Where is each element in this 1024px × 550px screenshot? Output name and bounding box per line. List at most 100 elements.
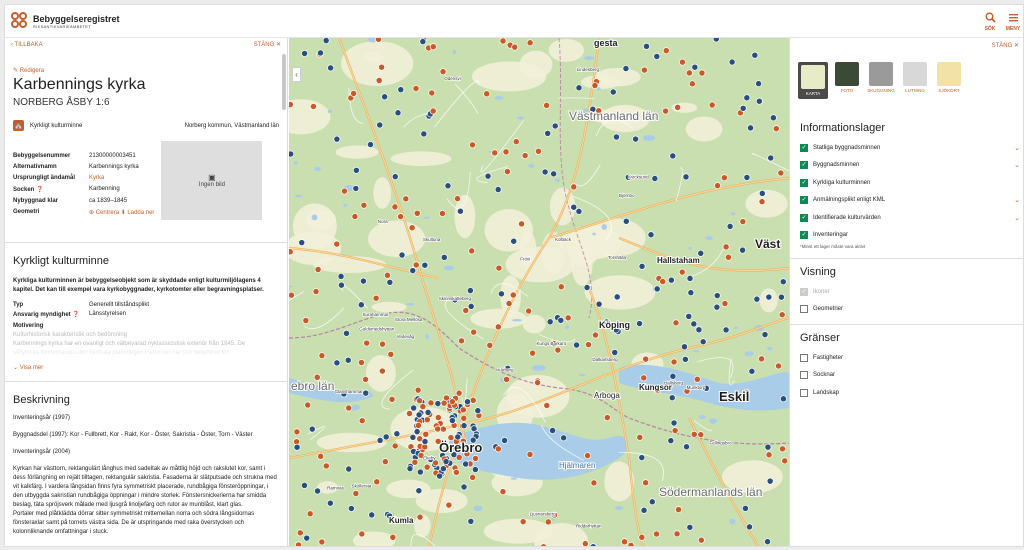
prop-value: ca 1839–1845 bbox=[89, 198, 128, 205]
map-pin-orange bbox=[603, 414, 611, 422]
map-pin-orange bbox=[526, 450, 534, 458]
layer-checkbox-row[interactable]: ✓ Kyrkliga kulturminnen bbox=[800, 174, 1020, 192]
logo-icon bbox=[11, 12, 29, 30]
map-place-label: Sköllersta bbox=[352, 484, 372, 489]
hamburger-icon bbox=[1003, 12, 1023, 26]
map-pin-blue bbox=[638, 454, 646, 462]
map-pin-blue bbox=[494, 186, 502, 193]
layer-checkbox-row[interactable]: ✓ Identifierade kulturvärden ⌄ bbox=[800, 209, 1020, 227]
chevron-down-icon[interactable]: ⌄ bbox=[1014, 196, 1020, 204]
motivation-key: Motivering bbox=[13, 323, 44, 329]
map-label-gesta: gesta bbox=[594, 38, 619, 48]
map-pin-orange bbox=[502, 148, 510, 156]
section-heading-besk: Beskrivning bbox=[13, 394, 70, 406]
show-more-link[interactable]: ⌄ Visa mer bbox=[13, 364, 279, 371]
map-pin-blue bbox=[409, 433, 417, 441]
chevron-down-icon[interactable]: ⌄ bbox=[1014, 144, 1020, 152]
small-lake bbox=[744, 351, 754, 357]
farmland-area bbox=[471, 61, 547, 92]
map-pin-orange bbox=[775, 362, 782, 370]
display-list: ✓ Ikoner Geometrier bbox=[800, 283, 1020, 318]
layer-checkbox-row[interactable]: Geometrier bbox=[800, 301, 1020, 319]
base-layer-1[interactable]: FOTO bbox=[832, 62, 862, 99]
map-pin-blue bbox=[669, 372, 677, 380]
map-pin-blue bbox=[406, 465, 414, 473]
checkbox[interactable] bbox=[800, 388, 808, 397]
layer-checkbox-row[interactable]: ✓ Inventeringar bbox=[800, 227, 1020, 245]
edit-link[interactable]: ✎ Redigera bbox=[13, 67, 279, 74]
small-lake bbox=[352, 404, 360, 411]
map-pin-blue bbox=[767, 154, 775, 162]
map-pin-orange bbox=[302, 317, 310, 324]
menu-button[interactable]: MENY bbox=[1003, 12, 1023, 32]
close-left-button[interactable]: STÄNG ✕ bbox=[254, 41, 281, 48]
base-layer-4[interactable]: SJÖKORT bbox=[934, 62, 964, 99]
collapse-panel-button[interactable]: ‹ bbox=[292, 67, 301, 82]
map-pin-orange bbox=[758, 198, 766, 206]
checkbox[interactable] bbox=[800, 371, 808, 380]
divider bbox=[5, 381, 287, 382]
close-right-button[interactable]: STÄNG ✕ bbox=[992, 42, 1019, 49]
map-pin-blue bbox=[743, 94, 751, 102]
map-pin-blue bbox=[337, 272, 345, 280]
divider bbox=[5, 242, 287, 243]
table-row: Typ Generellt tillståndsplikt bbox=[13, 300, 149, 309]
layer-checkbox-row[interactable]: Landskap bbox=[800, 384, 1020, 402]
checkbox[interactable]: ✓ bbox=[800, 213, 808, 222]
search-label: SÖK bbox=[984, 26, 996, 32]
map-pin-orange bbox=[362, 375, 369, 383]
map-pin-blue bbox=[669, 152, 677, 160]
map-pin-orange bbox=[772, 125, 780, 133]
back-link[interactable]: ‹ TILLBAKA bbox=[11, 42, 43, 48]
checkbox[interactable] bbox=[800, 305, 808, 314]
geometry-actions[interactable]: ⊕ Centrera ⬇ Ladda ner bbox=[89, 208, 154, 220]
map-pin-blue bbox=[739, 246, 747, 254]
base-layer-2[interactable]: SKUGGNING bbox=[866, 62, 896, 99]
chevron-down-icon[interactable]: ⌄ bbox=[1014, 214, 1020, 222]
checkbox[interactable]: ✓ bbox=[800, 196, 808, 205]
checkbox[interactable] bbox=[800, 353, 808, 362]
map-pin-blue bbox=[751, 51, 759, 59]
purpose-link[interactable]: Kyrka bbox=[89, 173, 154, 184]
chevron-down-icon[interactable]: ⌄ bbox=[1014, 161, 1020, 169]
map-pin-orange bbox=[419, 403, 427, 411]
left-scrollbar[interactable] bbox=[282, 54, 286, 110]
map-pin-blue bbox=[462, 460, 470, 468]
map-pin-blue bbox=[589, 543, 597, 546]
layer-checkbox-row[interactable]: ✓ Statliga byggnadsminnen ⌄ bbox=[800, 139, 1020, 157]
map-pin-blue bbox=[609, 88, 617, 96]
map-pin-blue bbox=[398, 251, 406, 259]
map-pin-blue bbox=[303, 534, 311, 542]
checkbox[interactable]: ✓ bbox=[800, 178, 808, 187]
layer-checkbox-row[interactable]: ✓ Ikoner bbox=[800, 283, 1020, 301]
map-pin-blue bbox=[352, 166, 360, 174]
checkbox-label: Kyrkliga kulturminnen bbox=[813, 179, 871, 186]
layer-checkbox-row[interactable]: Fastigheter bbox=[800, 349, 1020, 367]
map-pin-orange bbox=[312, 288, 320, 296]
map-pin-blue bbox=[779, 278, 787, 286]
base-layer-3[interactable]: LUTNING bbox=[900, 62, 930, 99]
checkbox[interactable]: ✓ bbox=[800, 143, 808, 152]
map-pin-blue bbox=[510, 237, 518, 245]
layer-checkbox-row[interactable]: Socknar bbox=[800, 367, 1020, 385]
map-canvas[interactable]: gesta Västmanland län ebro län Örebro Hjälma… bbox=[289, 38, 789, 547]
logo[interactable]: Bebyggelseregistret RIKSANTIKVARIEÄMBETE… bbox=[11, 12, 120, 30]
base-layer-0[interactable]: KARTA bbox=[798, 62, 828, 99]
search-button[interactable]: SÖK bbox=[980, 12, 1000, 32]
map-pin-blue bbox=[501, 437, 509, 444]
map-view[interactable]: gesta Västmanland län ebro län Örebro Hjälma… bbox=[289, 38, 789, 547]
layer-checkbox-row[interactable]: ✓ Anmälningsplikt enligt KML ⌄ bbox=[800, 192, 1020, 210]
map-pin-orange bbox=[659, 278, 667, 286]
layer-checkbox-row[interactable]: ✓ Byggnadsminnen ⌄ bbox=[800, 157, 1020, 175]
checkbox[interactable]: ✓ bbox=[800, 231, 808, 240]
map-pin-orange bbox=[391, 442, 399, 450]
checkbox[interactable]: ✓ bbox=[800, 161, 808, 170]
checkbox[interactable]: ✓ bbox=[800, 287, 808, 296]
map-place-label: Lindesberg bbox=[577, 67, 600, 72]
map-pin-orange bbox=[397, 213, 405, 221]
map-pin-orange bbox=[777, 169, 785, 177]
map-pin-orange bbox=[469, 141, 476, 149]
base-layer-thumbnail bbox=[801, 65, 825, 89]
desc-line: Inventeringsår (1997) bbox=[13, 415, 71, 421]
map-pin-blue bbox=[686, 274, 694, 282]
